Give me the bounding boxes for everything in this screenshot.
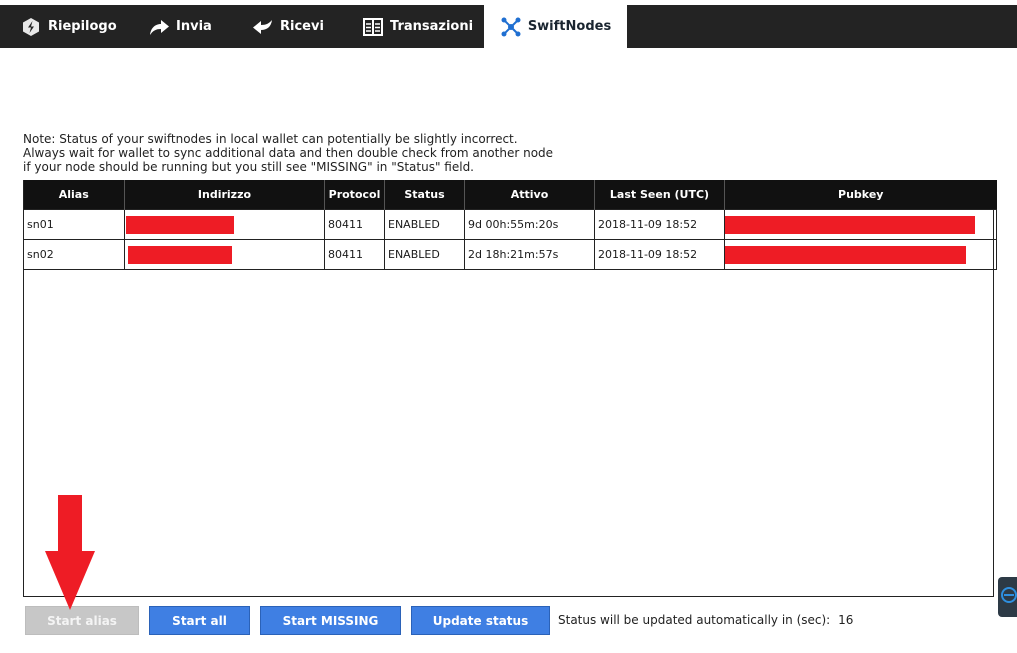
auto-update-status: Status will be updated automatically in …	[558, 613, 853, 627]
cell-active: 9d 00h:55m:20s	[464, 209, 595, 240]
start-missing-button[interactable]: Start MISSING	[260, 606, 401, 635]
update-status-button[interactable]: Update status	[411, 606, 550, 635]
table-row[interactable]: sn01 80411 ENABLED 9d 00h:55m:20s 2018-1…	[23, 209, 997, 240]
receive-arrow-icon	[252, 16, 274, 38]
cell-last-seen: 2018-11-09 18:52	[594, 209, 725, 240]
tab-transazioni[interactable]: Transazioni	[362, 5, 473, 48]
annotation-arrow-icon	[45, 495, 95, 610]
tab-riepilogo[interactable]: Riepilogo	[20, 5, 117, 48]
tab-ricevi[interactable]: Ricevi	[252, 5, 324, 48]
note-line: if your node should be running but you s…	[23, 160, 474, 174]
start-alias-button[interactable]: Start alias	[25, 606, 139, 635]
column-header-last-seen[interactable]: Last Seen (UTC)	[594, 180, 725, 210]
cell-status: ENABLED	[384, 239, 465, 270]
redacted-address	[128, 245, 232, 264]
tab-label: Riepilogo	[48, 19, 117, 34]
nodes-icon	[500, 16, 522, 38]
cell-address	[124, 209, 325, 240]
column-header-pubkey[interactable]: Pubkey	[724, 180, 997, 210]
note-line: Always wait for wallet to sync additiona…	[23, 146, 554, 160]
tab-invia[interactable]: Invia	[148, 5, 212, 48]
redacted-pubkey	[725, 245, 966, 264]
column-header-status[interactable]: Status	[384, 180, 465, 210]
send-arrow-icon	[148, 16, 170, 38]
redacted-address	[126, 215, 234, 234]
overview-icon	[20, 16, 42, 38]
side-widget-icon	[1001, 587, 1017, 603]
cell-pubkey	[724, 209, 997, 240]
tab-swiftnodes[interactable]: SwiftNodes	[484, 5, 627, 48]
start-all-button[interactable]: Start all	[149, 606, 250, 635]
cell-alias: sn02	[23, 239, 125, 270]
column-header-active[interactable]: Attivo	[464, 180, 595, 210]
swiftnodes-table: Alias Indirizzo Protocol Status Attivo L…	[23, 180, 997, 597]
tab-label: Transazioni	[390, 19, 474, 34]
wallet-window: Riepilogo Invia Ricevi Transazioni Swift…	[0, 0, 1017, 653]
transactions-icon	[362, 16, 384, 38]
auto-update-label: Status will be updated automatically in …	[558, 613, 831, 627]
column-header-protocol[interactable]: Protocol	[324, 180, 385, 210]
column-header-alias[interactable]: Alias	[23, 180, 125, 210]
cell-protocol: 80411	[324, 239, 385, 270]
cell-pubkey	[724, 239, 997, 270]
cell-address	[124, 239, 325, 270]
sync-note: Note: Status of your swiftnodes in local…	[23, 132, 553, 174]
tab-label: SwiftNodes	[527, 19, 612, 34]
side-widget[interactable]	[998, 577, 1017, 617]
note-line: Note: Status of your swiftnodes in local…	[23, 132, 518, 146]
main-toolbar: Riepilogo Invia Ricevi Transazioni Swift…	[0, 5, 1017, 48]
redacted-pubkey	[725, 215, 975, 234]
column-header-address[interactable]: Indirizzo	[124, 180, 325, 210]
cell-protocol: 80411	[324, 209, 385, 240]
cell-alias: sn01	[23, 209, 125, 240]
cell-last-seen: 2018-11-09 18:52	[594, 239, 725, 270]
auto-update-seconds: 16	[838, 613, 854, 627]
cell-status: ENABLED	[384, 209, 465, 240]
tab-label: Invia	[176, 19, 212, 34]
cell-active: 2d 18h:21m:57s	[464, 239, 595, 270]
table-row[interactable]: sn02 80411 ENABLED 2d 18h:21m:57s 2018-1…	[23, 239, 997, 270]
tab-label: Ricevi	[280, 19, 324, 34]
table-header-row: Alias Indirizzo Protocol Status Attivo L…	[23, 180, 997, 210]
